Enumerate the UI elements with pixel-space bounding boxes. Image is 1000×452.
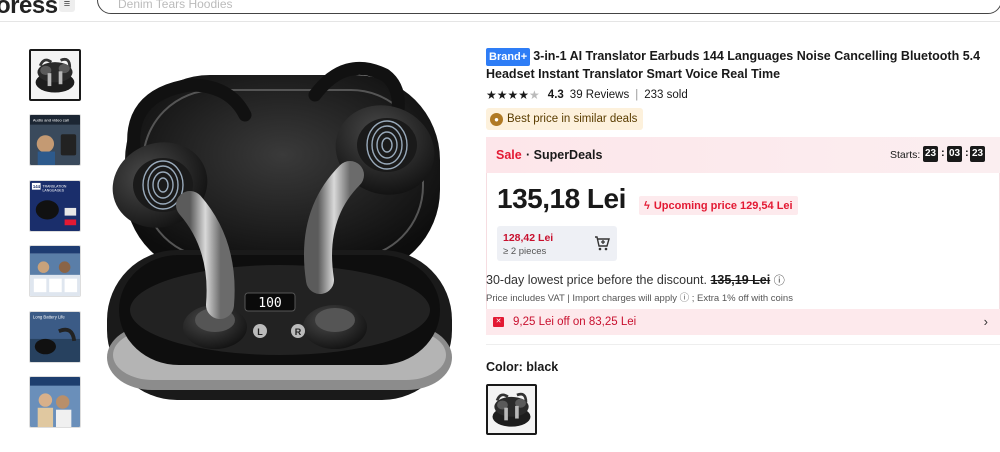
product-main-image[interactable]: 100 L R bbox=[95, 35, 465, 440]
menu-icon[interactable]: ≡ bbox=[59, 0, 75, 12]
thumbnail-6[interactable] bbox=[29, 376, 81, 428]
product-info-panel: Brand+ 3-in-1 AI Translator Earbuds 144 L… bbox=[486, 48, 1000, 435]
countdown-minutes: 03 bbox=[947, 146, 962, 162]
best-price-badge: ● Best price in similar deals bbox=[486, 108, 644, 130]
divider: | bbox=[635, 89, 639, 101]
info-icon[interactable]: ⓘ bbox=[774, 275, 785, 287]
product-title-text: 3-in-1 AI Translator Earbuds 144 Languag… bbox=[486, 49, 981, 81]
countdown-colon: : bbox=[941, 147, 945, 159]
upcoming-price-text: Upcoming price 129,54 Lei bbox=[653, 199, 793, 212]
lowest-price-label: 30-day lowest price before the discount. bbox=[486, 273, 707, 287]
svg-text:R: R bbox=[295, 327, 302, 337]
product-title: Brand+ 3-in-1 AI Translator Earbuds 144 L… bbox=[486, 48, 1000, 82]
search-placeholder: Denim Tears Hoodies bbox=[118, 0, 233, 11]
site-logo[interactable]: oress bbox=[0, 0, 58, 20]
rating-row: ★★★★★ 4.3 39 Reviews | 233 sold bbox=[486, 88, 688, 102]
countdown-hours: 23 bbox=[923, 146, 938, 162]
lightning-icon: ϟ bbox=[644, 199, 650, 212]
best-price-text: Best price in similar deals bbox=[507, 113, 638, 125]
thumb5-label: Long Battery Life bbox=[33, 315, 66, 320]
brand-plus-badge: Brand+ bbox=[486, 48, 531, 66]
sale-header: Sale · SuperDeals Starts: 23 : 03 : 23 bbox=[486, 137, 1000, 173]
superdeals-label: · SuperDeals bbox=[526, 148, 603, 162]
rating-stars-icon: ★★★★★ bbox=[486, 88, 540, 102]
svg-text:144: 144 bbox=[33, 184, 41, 189]
chevron-right-icon[interactable]: › bbox=[984, 314, 988, 329]
upcoming-price-badge: ϟ Upcoming price 129,54 Lei bbox=[639, 196, 798, 215]
thumbnail-5[interactable]: Long Battery Life bbox=[29, 311, 81, 363]
current-price: 135,18 Lei bbox=[497, 183, 626, 214]
countdown-colon: : bbox=[965, 147, 969, 159]
bulk-price-option[interactable]: 128,42 Lei ≥ 2 pieces bbox=[497, 226, 617, 261]
svg-text:100: 100 bbox=[258, 296, 281, 311]
rating-value: 4.3 bbox=[547, 89, 564, 101]
sale-tag: Sale bbox=[496, 148, 522, 162]
lowest-price-value: 135,19 Lei bbox=[710, 273, 771, 287]
thumbnail-4[interactable] bbox=[29, 245, 81, 297]
starts-label: Starts: bbox=[890, 149, 921, 161]
reviews-link[interactable]: 39 Reviews bbox=[570, 89, 629, 101]
thumbnail-3[interactable]: 144 TRANSLATION LANGUAGES bbox=[29, 180, 81, 232]
top-header: oress ≡ Denim Tears Hoodies bbox=[0, 0, 1000, 22]
color-swatch-black[interactable] bbox=[486, 384, 537, 435]
thumbnail-1[interactable] bbox=[29, 49, 81, 101]
coupon-text: 9,25 Lei off on 83,25 Lei bbox=[513, 316, 637, 328]
bulk-price: 128,42 Lei bbox=[503, 232, 554, 244]
search-input[interactable]: Denim Tears Hoodies bbox=[97, 0, 1000, 14]
tag-icon: ● bbox=[490, 112, 503, 126]
divider bbox=[486, 344, 1000, 345]
sold-count: 233 sold bbox=[644, 89, 688, 101]
thumbnail-2[interactable]: Audio and video call bbox=[29, 114, 81, 166]
thumb2-label: Audio and video call bbox=[33, 118, 69, 123]
countdown-seconds: 23 bbox=[970, 146, 985, 162]
coupon-banner[interactable]: ✕ 9,25 Lei off on 83,25 Lei › bbox=[486, 309, 1000, 335]
lowest-price-line: 30-day lowest price before the discount.… bbox=[486, 272, 785, 288]
bulk-quantity: ≥ 2 pieces bbox=[503, 246, 547, 257]
color-label: Color: black bbox=[486, 360, 559, 374]
coupon-icon: ✕ bbox=[493, 317, 504, 327]
add-to-cart-icon[interactable] bbox=[593, 234, 611, 252]
svg-text:L: L bbox=[257, 327, 263, 337]
svg-text:LANGUAGES: LANGUAGES bbox=[43, 189, 65, 193]
vat-info: Price includes VAT | Import charges will… bbox=[486, 293, 793, 304]
